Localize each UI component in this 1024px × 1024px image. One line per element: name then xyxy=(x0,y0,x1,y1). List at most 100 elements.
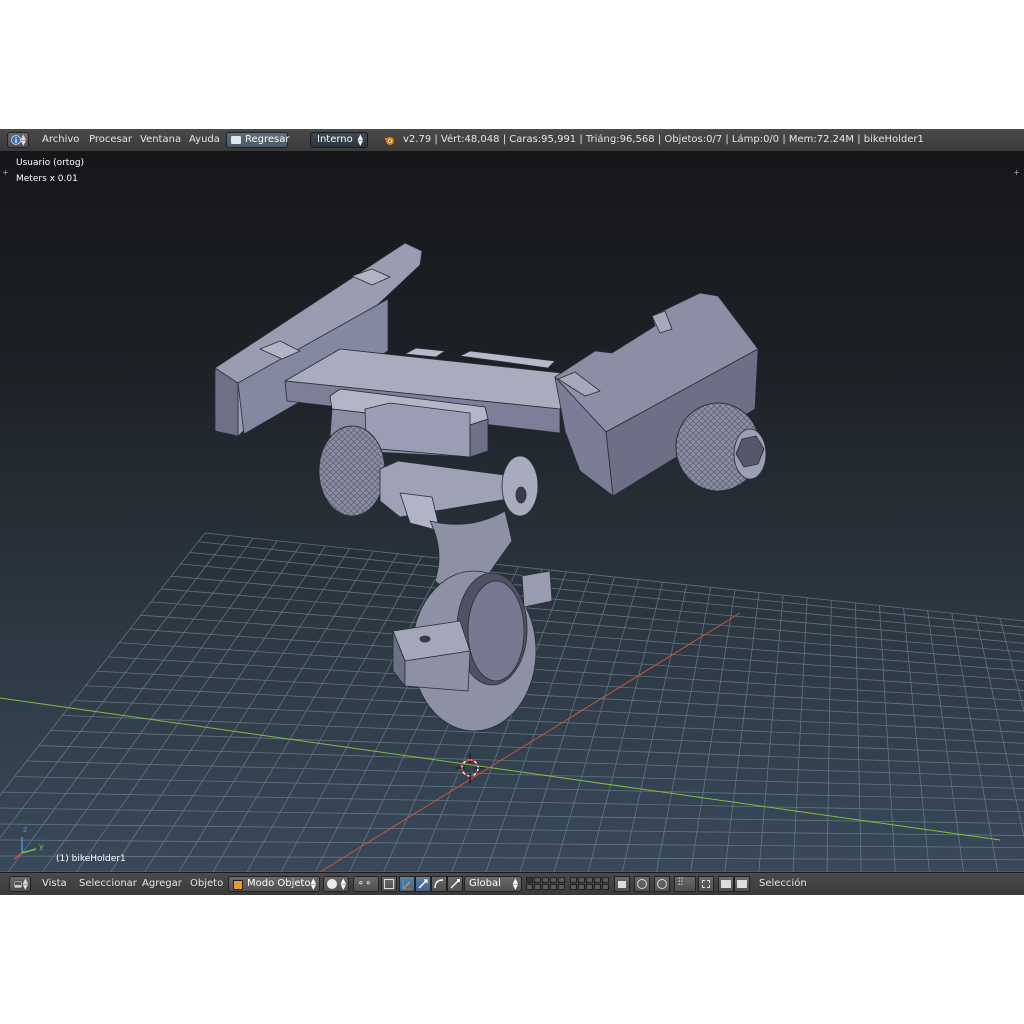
viewport-header: ▲ ▼ Vista Seleccionar Agregar Objeto Modo… xyxy=(0,872,1024,895)
grid-line xyxy=(975,615,1024,839)
info-editor-button[interactable]: ▲ ▼ xyxy=(7,132,29,148)
snap-target-icon xyxy=(702,880,710,888)
layer-icon[interactable] xyxy=(594,884,601,890)
layer-icon[interactable] xyxy=(558,877,565,883)
layer-icon[interactable] xyxy=(594,877,601,883)
grid-line xyxy=(758,595,784,872)
grid-line xyxy=(0,823,1024,836)
grid-line xyxy=(212,553,399,872)
menu-ayuda[interactable]: Ayuda xyxy=(189,129,220,151)
layer-icon[interactable] xyxy=(586,884,593,890)
grid-line xyxy=(204,532,1024,622)
snap-icon xyxy=(657,879,667,889)
grid-line xyxy=(879,605,896,872)
shading-dropdown[interactable]: ▲ ▼ xyxy=(323,876,349,892)
grid-line xyxy=(74,700,1024,744)
layer-icon[interactable] xyxy=(602,877,609,883)
scale-icon xyxy=(450,879,460,889)
3d-cursor[interactable] xyxy=(455,753,485,783)
layer-icon[interactable] xyxy=(550,877,557,883)
layer-icon[interactable] xyxy=(558,884,565,890)
scale-toggle[interactable] xyxy=(447,876,463,892)
grid-line xyxy=(189,552,1024,636)
proportional-edit-button[interactable] xyxy=(634,876,650,892)
layer-icon[interactable] xyxy=(542,884,549,890)
translate-toggle[interactable] xyxy=(415,876,431,892)
render-engine-label: Interno xyxy=(317,134,353,145)
render-engine-dropdown[interactable]: Interno ▲ ▼ xyxy=(310,132,368,148)
menu-ventana[interactable]: Ventana xyxy=(140,129,181,151)
info-header: ▲ ▼ Archivo Procesar Ventana Ayuda Regres… xyxy=(0,129,1024,152)
grid-line xyxy=(76,543,302,872)
lock-icon xyxy=(618,881,626,888)
layer-icon[interactable] xyxy=(550,884,557,890)
layer-icon[interactable] xyxy=(526,877,533,883)
manipulator-toggle[interactable] xyxy=(399,876,415,892)
grid-line xyxy=(161,588,1024,662)
left-region-toggle[interactable]: + xyxy=(2,168,9,177)
menu-vista[interactable]: Vista xyxy=(42,873,67,895)
grid-line xyxy=(854,602,862,872)
blender-window: ▲ ▼ Archivo Procesar Ventana Ayuda Regres… xyxy=(0,129,1024,895)
snap-target-button[interactable] xyxy=(698,876,714,892)
rotate-toggle[interactable] xyxy=(431,876,447,892)
grid-line xyxy=(999,618,1024,713)
viewport-editor-button[interactable]: ▲ ▼ xyxy=(9,876,31,892)
grid-line xyxy=(198,541,1024,628)
layer-buttons xyxy=(526,873,610,895)
grid-line xyxy=(0,535,230,839)
grid-line xyxy=(119,642,1024,702)
grid-line xyxy=(792,597,808,872)
blender-logo-icon xyxy=(384,137,394,145)
layer-icon[interactable] xyxy=(542,877,549,883)
viewport-canvas[interactable] xyxy=(0,151,1024,872)
3d-viewport[interactable]: Usuario (ortog) Meters x 0.01 (1) bikeHo… xyxy=(0,151,1024,872)
grid-line xyxy=(724,592,760,872)
layer-icon[interactable] xyxy=(578,884,585,890)
units-label: Meters x 0.01 xyxy=(16,174,78,184)
layer-icon[interactable] xyxy=(602,884,609,890)
snap-toggle[interactable] xyxy=(654,876,670,892)
render-button[interactable] xyxy=(718,876,734,892)
back-button-label: Regresar xyxy=(245,134,290,145)
snap-element-icon: ⫶⫶ xyxy=(678,877,683,888)
layer-icon[interactable] xyxy=(534,884,541,890)
menu-objeto[interactable]: Objeto xyxy=(190,873,223,895)
grid-line xyxy=(0,839,1024,848)
grid-line xyxy=(171,575,1024,653)
mode-dropdown[interactable]: Modo Objeto ▲ ▼ xyxy=(228,876,320,892)
layer-icon[interactable] xyxy=(534,877,541,883)
grid-line xyxy=(621,584,688,872)
menu-archivo[interactable]: Archivo xyxy=(42,129,79,151)
layer-icon[interactable] xyxy=(570,877,577,883)
menu-seleccionar[interactable]: Seleccionar xyxy=(79,873,137,895)
lock-layers-button[interactable] xyxy=(614,876,630,892)
layer-icon[interactable] xyxy=(570,884,577,890)
bike-holder-model[interactable] xyxy=(214,242,767,732)
grid-line xyxy=(140,614,1024,681)
grid-line xyxy=(690,589,736,872)
grid-line xyxy=(108,656,1024,712)
grid-line xyxy=(110,545,326,872)
render-animation-button[interactable] xyxy=(734,876,750,892)
view-name-label: Usuario (ortog) xyxy=(16,158,85,168)
layer-icon[interactable] xyxy=(526,884,533,890)
orientation-label: Global xyxy=(469,878,501,889)
occlude-geometry-toggle[interactable] xyxy=(381,876,397,892)
pivot-icon: ⚬⚬ xyxy=(357,879,373,889)
gizmo-z-label: z xyxy=(23,825,28,834)
menu-procesar[interactable]: Procesar xyxy=(89,129,132,151)
menu-agregar[interactable]: Agregar xyxy=(142,873,182,895)
occlude-icon xyxy=(384,879,394,889)
orientation-dropdown[interactable]: Global ▲ ▼ xyxy=(464,876,522,892)
proportional-icon xyxy=(637,879,647,889)
grid-line xyxy=(656,587,712,872)
pivot-dropdown[interactable]: ⚬⚬ xyxy=(353,876,379,892)
mode-label: Modo Objeto xyxy=(247,878,311,889)
right-region-toggle[interactable]: + xyxy=(1013,168,1020,177)
layer-icon[interactable] xyxy=(578,877,585,883)
translate-icon xyxy=(418,879,428,889)
layer-icon[interactable] xyxy=(586,877,593,883)
snap-element-dropdown[interactable]: ⫶⫶ xyxy=(674,876,696,892)
back-button[interactable]: Regresar xyxy=(226,132,290,148)
